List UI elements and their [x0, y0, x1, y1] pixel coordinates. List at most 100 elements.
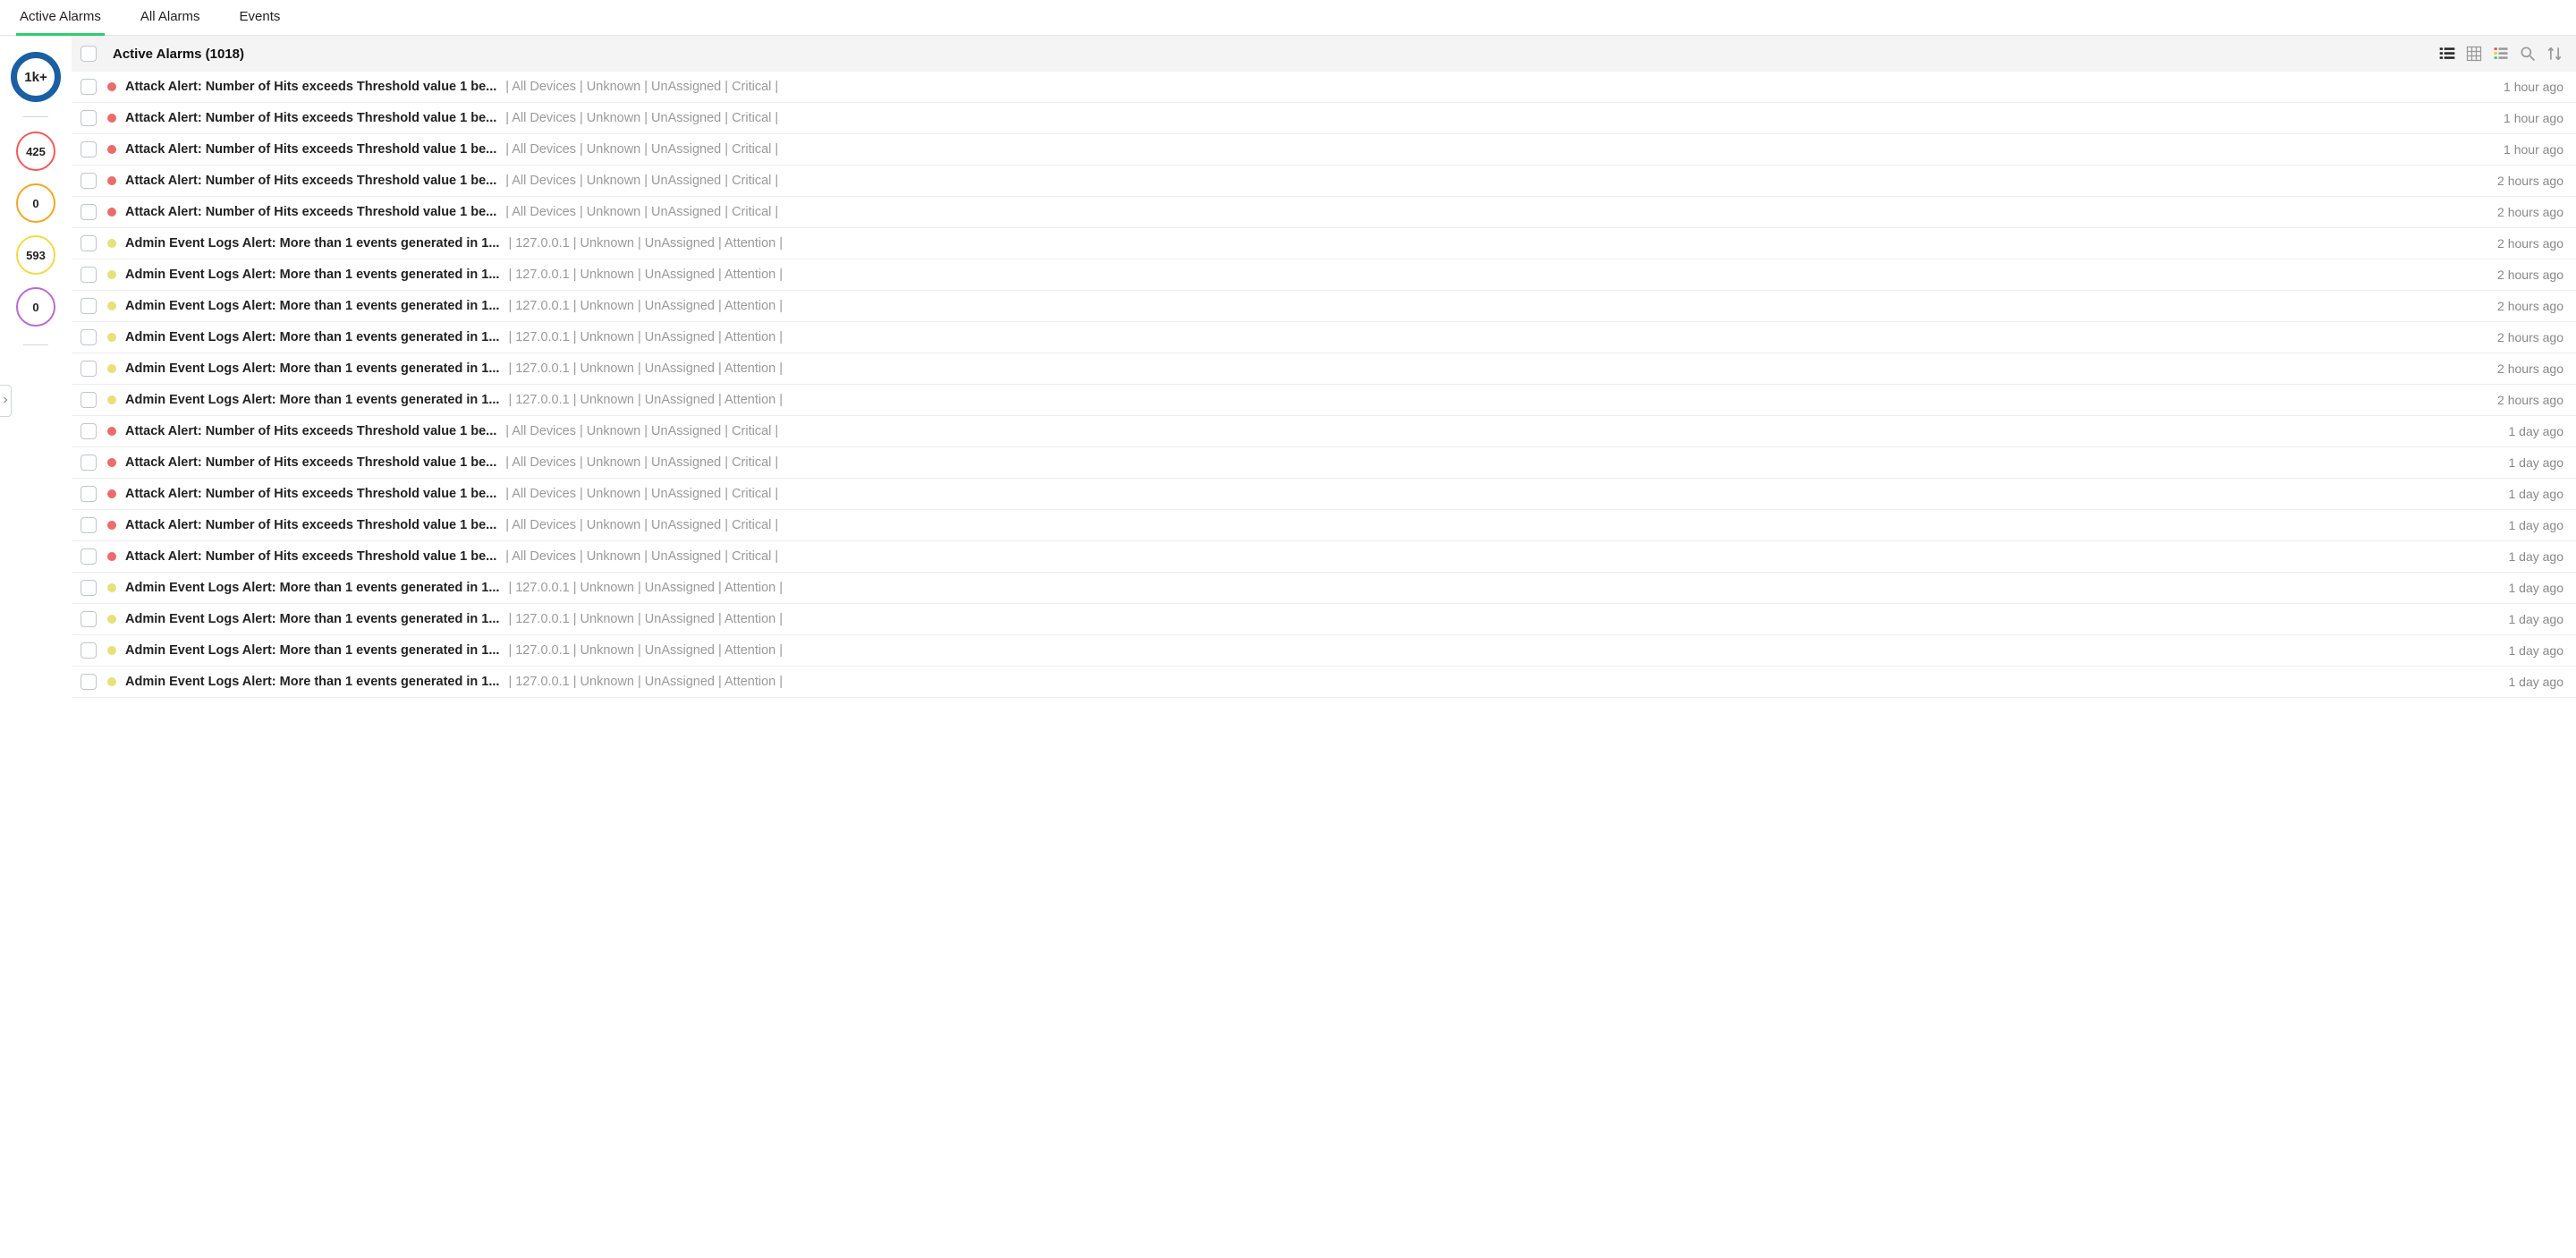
sort-icon[interactable] [2546, 45, 2563, 63]
alarm-title: Attack Alert: Number of Hits exceeds Thr… [125, 518, 496, 532]
alarm-row[interactable]: Attack Alert: Number of Hits exceeds Thr… [72, 510, 2576, 541]
row-checkbox[interactable] [80, 674, 97, 690]
severity-dot-icon [107, 677, 116, 686]
alarm-row[interactable]: Admin Event Logs Alert: More than 1 even… [72, 322, 2576, 353]
grid-view-icon[interactable] [2465, 45, 2483, 63]
severity-dot-icon [107, 583, 116, 592]
alarm-time: 1 hour ago [2504, 142, 2563, 157]
row-checkbox[interactable] [80, 517, 97, 533]
alarm-row[interactable]: Admin Event Logs Alert: More than 1 even… [72, 259, 2576, 291]
alarm-time: 2 hours ago [2497, 330, 2563, 344]
alarm-meta: | 127.0.0.1 | Unknown | UnAssigned | Att… [508, 393, 2478, 407]
row-checkbox[interactable] [80, 267, 97, 283]
alarm-title: Admin Event Logs Alert: More than 1 even… [125, 612, 499, 626]
tab-all-alarms[interactable]: All Alarms [137, 0, 204, 36]
row-checkbox[interactable] [80, 548, 97, 565]
severity-count-value: 425 [26, 145, 46, 158]
alarm-row[interactable]: Attack Alert: Number of Hits exceeds Thr… [72, 72, 2576, 103]
alarm-row[interactable]: Attack Alert: Number of Hits exceeds Thr… [72, 197, 2576, 228]
row-checkbox[interactable] [80, 580, 97, 596]
row-checkbox[interactable] [80, 235, 97, 251]
severity-count-value: 593 [26, 249, 46, 262]
alarm-meta: | All Devices | Unknown | UnAssigned | C… [505, 142, 2484, 157]
severity-filter-trbl[interactable]: 0 [16, 183, 55, 223]
row-checkbox[interactable] [80, 204, 97, 220]
alarm-time: 2 hours ago [2497, 299, 2563, 313]
alarm-row[interactable]: Admin Event Logs Alert: More than 1 even… [72, 228, 2576, 259]
alarm-row[interactable]: Admin Event Logs Alert: More than 1 even… [72, 291, 2576, 322]
severity-filter-attn[interactable]: 593 [16, 235, 55, 275]
row-checkbox[interactable] [80, 423, 97, 439]
alarm-row[interactable]: Attack Alert: Number of Hits exceeds Thr… [72, 416, 2576, 447]
severity-dot-icon [107, 208, 116, 217]
alarm-title: Admin Event Logs Alert: More than 1 even… [125, 361, 499, 376]
row-checkbox[interactable] [80, 611, 97, 627]
row-checkbox[interactable] [80, 79, 97, 95]
alarm-row[interactable]: Admin Event Logs Alert: More than 1 even… [72, 604, 2576, 635]
severity-total-circle[interactable]: 1k+ [11, 52, 61, 102]
alarm-row[interactable]: Admin Event Logs Alert: More than 1 even… [72, 385, 2576, 416]
alarm-time: 1 day ago [2509, 424, 2564, 438]
alarm-row[interactable]: Attack Alert: Number of Hits exceeds Thr… [72, 447, 2576, 479]
row-checkbox[interactable] [80, 298, 97, 314]
alarm-meta: | 127.0.0.1 | Unknown | UnAssigned | Att… [508, 299, 2478, 313]
alarm-row[interactable]: Admin Event Logs Alert: More than 1 even… [72, 573, 2576, 604]
alarm-time: 1 day ago [2509, 675, 2564, 689]
row-checkbox[interactable] [80, 392, 97, 408]
row-checkbox[interactable] [80, 329, 97, 345]
alarm-title: Admin Event Logs Alert: More than 1 even… [125, 643, 499, 658]
severity-dot-icon [107, 521, 116, 530]
severity-dot-icon [107, 114, 116, 123]
alarm-time: 1 day ago [2509, 518, 2564, 532]
alarm-time: 1 hour ago [2504, 80, 2563, 94]
alarm-meta: | All Devices | Unknown | UnAssigned | C… [505, 549, 2488, 564]
alarm-time: 1 day ago [2509, 612, 2564, 626]
row-checkbox[interactable] [80, 642, 97, 659]
select-all-checkbox[interactable] [80, 46, 97, 62]
list-view-icon[interactable] [2438, 45, 2456, 63]
sidebar-expand-handle[interactable] [0, 385, 12, 417]
alarm-title: Attack Alert: Number of Hits exceeds Thr… [125, 424, 496, 438]
row-checkbox[interactable] [80, 141, 97, 157]
tab-events[interactable]: Events [236, 0, 284, 36]
severity-dot-icon [107, 427, 116, 436]
severity-dot-icon [107, 364, 116, 373]
alarm-row[interactable]: Attack Alert: Number of Hits exceeds Thr… [72, 541, 2576, 573]
row-checkbox[interactable] [80, 455, 97, 471]
list-toolbar [2438, 45, 2563, 63]
alarm-meta: | 127.0.0.1 | Unknown | UnAssigned | Att… [508, 236, 2478, 251]
alarm-row[interactable]: Attack Alert: Number of Hits exceeds Thr… [72, 479, 2576, 510]
severity-sidebar: 1k+ 425 0 593 0 [0, 36, 72, 698]
alarm-row[interactable]: Admin Event Logs Alert: More than 1 even… [72, 353, 2576, 385]
alarm-title: Attack Alert: Number of Hits exceeds Thr… [125, 205, 496, 219]
severity-dot-icon [107, 302, 116, 310]
colored-list-view-icon[interactable] [2492, 45, 2510, 63]
alarm-time: 1 day ago [2509, 487, 2564, 501]
alarm-meta: | All Devices | Unknown | UnAssigned | C… [505, 518, 2488, 532]
alarm-meta: | 127.0.0.1 | Unknown | UnAssigned | Att… [508, 361, 2478, 376]
severity-filter-down[interactable]: 0 [16, 287, 55, 327]
row-checkbox[interactable] [80, 110, 97, 126]
alarm-time: 1 day ago [2509, 455, 2564, 470]
severity-dot-icon [107, 333, 116, 342]
alarm-time: 2 hours ago [2497, 361, 2563, 376]
severity-filter-crit[interactable]: 425 [16, 132, 55, 171]
row-checkbox[interactable] [80, 486, 97, 502]
alarm-time: 2 hours ago [2497, 393, 2563, 407]
alarm-row[interactable]: Attack Alert: Number of Hits exceeds Thr… [72, 166, 2576, 197]
alarm-row[interactable]: Attack Alert: Number of Hits exceeds Thr… [72, 103, 2576, 134]
row-checkbox[interactable] [80, 173, 97, 189]
severity-dot-icon [107, 145, 116, 154]
alarm-time: 2 hours ago [2497, 268, 2563, 282]
alarm-row[interactable]: Attack Alert: Number of Hits exceeds Thr… [72, 134, 2576, 166]
alarm-row[interactable]: Admin Event Logs Alert: More than 1 even… [72, 667, 2576, 698]
search-icon[interactable] [2519, 45, 2537, 63]
chevron-right-icon [2, 396, 9, 406]
alarm-row[interactable]: Admin Event Logs Alert: More than 1 even… [72, 635, 2576, 667]
row-checkbox[interactable] [80, 361, 97, 377]
content: 1k+ 42505930 Active Alarms (1018) [0, 36, 2576, 698]
severity-dot-icon [107, 646, 116, 655]
alarm-time: 2 hours ago [2497, 236, 2563, 251]
tab-active-alarms[interactable]: Active Alarms [16, 0, 105, 36]
alarm-meta: | All Devices | Unknown | UnAssigned | C… [505, 424, 2488, 438]
